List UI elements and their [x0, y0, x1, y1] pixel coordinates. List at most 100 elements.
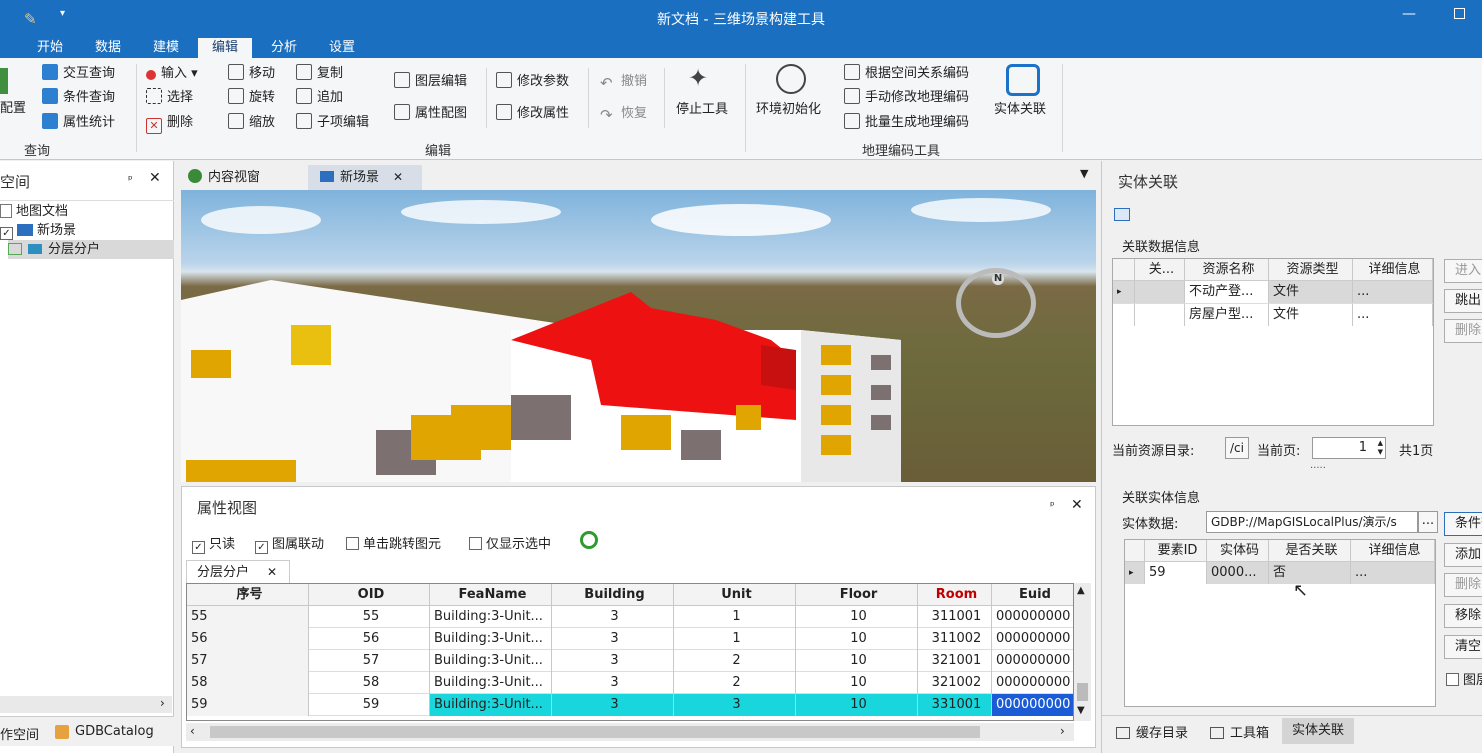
spinner-icon[interactable]: ▲ ▼	[1378, 439, 1383, 457]
table-row[interactable]: 58 58 Building:3-Unit... 3 2 10 321002 00000000…	[187, 672, 1073, 694]
horizontal-scrollbar[interactable]: ‹ ›	[186, 723, 1074, 741]
delete-button[interactable]: ✕ 删除	[146, 112, 193, 134]
tab-cache[interactable]: 缓存目录	[1116, 722, 1188, 741]
column-header[interactable]: Floor	[796, 584, 918, 606]
table-row[interactable]: 59 59 Building:3-Unit... 3 3 10 331001 00000000…	[187, 694, 1073, 716]
column-header[interactable]: Room	[918, 584, 992, 606]
checkbox[interactable]: ✓	[0, 227, 13, 240]
scale-button[interactable]: 缩放	[228, 112, 275, 134]
subtab-layer[interactable]: 分层分户 ✕	[186, 560, 290, 584]
opt-readonly[interactable]: ✓ 只读	[192, 533, 235, 554]
browse-button[interactable]: ...	[1418, 511, 1438, 533]
enter-button[interactable]: 进入	[1444, 259, 1482, 283]
condition-query-button[interactable]: 条件查询	[42, 87, 115, 109]
close-icon[interactable]: ✕	[149, 170, 161, 186]
column-header[interactable]: Euid	[992, 584, 1073, 606]
entity-data-input[interactable]: GDBP://MapGISLocalPlus/演示/s	[1206, 511, 1418, 533]
tab-start[interactable]: 开始	[28, 38, 72, 58]
table-settings-icon[interactable]	[1114, 208, 1130, 221]
minimize-icon[interactable]: —	[1402, 6, 1416, 22]
append-button[interactable]: 追加	[296, 87, 343, 109]
table-row[interactable]: ▸ 不动产登... 文件 ...	[1113, 281, 1433, 303]
tab-analysis[interactable]: 分析	[262, 38, 306, 58]
opt-show-selected[interactable]: 仅显示选中	[469, 533, 551, 552]
tree-item-map-doc[interactable]: 地图文档	[0, 202, 68, 221]
column-header[interactable]: FeaName	[430, 584, 552, 606]
batch-encode-button[interactable]: 批量生成地理编码	[844, 112, 969, 134]
tree-item-new-scene[interactable]: ✓ 新场景	[0, 221, 76, 240]
checkbox[interactable]	[346, 537, 359, 550]
pin-icon[interactable]: ᵖ	[1050, 499, 1055, 512]
tab-workspace[interactable]: 作空间	[0, 724, 39, 743]
table-row[interactable]: ▸ 59 0000... 否 ...	[1125, 562, 1435, 584]
checkbox[interactable]	[1446, 673, 1459, 686]
env-init-button[interactable]: 环境初始化	[756, 99, 821, 121]
rotate-button[interactable]: 旋转	[228, 87, 275, 109]
interactive-query-button[interactable]: 交互查询	[42, 63, 115, 85]
select-button[interactable]: 选择	[146, 87, 193, 109]
config-button-partial[interactable]: 配置	[0, 98, 26, 120]
remove-button[interactable]: 移除	[1444, 604, 1482, 628]
opt-click-jump[interactable]: 单击跳转图元	[346, 533, 441, 552]
attribute-stats-button[interactable]: 属性统计	[42, 112, 115, 134]
delete-rel-button[interactable]: 删除	[1444, 319, 1482, 343]
horizontal-scrollbar[interactable]: ›	[0, 696, 172, 713]
column-header[interactable]: Building	[552, 584, 674, 606]
close-icon[interactable]: ✕	[393, 170, 403, 184]
add-button[interactable]: 添加	[1444, 543, 1482, 567]
vertical-scrollbar[interactable]: ▲ ▼	[1074, 583, 1091, 721]
close-icon[interactable]: ✕	[267, 565, 277, 579]
spatial-encode-button[interactable]: 根据空间关系编码	[844, 63, 969, 85]
tab-gdbcatalog[interactable]: GDBCatalog	[75, 724, 154, 739]
exit-button[interactable]: 跳出	[1444, 289, 1482, 313]
column-header[interactable]: OID	[309, 584, 430, 606]
tab-entity-link[interactable]: 实体关联	[1282, 718, 1354, 744]
checkbox[interactable]: ✓	[192, 541, 205, 554]
checkbox[interactable]: ✓	[255, 541, 268, 554]
tab-edit[interactable]: 编辑	[198, 38, 252, 58]
close-icon[interactable]: ✕	[1071, 497, 1083, 513]
scene-viewport[interactable]: N	[181, 190, 1096, 482]
table-row[interactable]: 56 56 Building:3-Unit... 3 1 10 311002 00000000…	[187, 628, 1073, 650]
table-row[interactable]: 55 55 Building:3-Unit... 3 1 10 311001 00000000…	[187, 606, 1073, 628]
checkbox[interactable]	[469, 537, 482, 550]
layer-checkbox[interactable]: 图层	[1446, 669, 1482, 688]
table-row[interactable]: 房屋户型... 文件 ...	[1113, 303, 1433, 326]
modify-params-button[interactable]: 修改参数	[496, 71, 569, 93]
splitter-grip[interactable]: ·····	[1310, 463, 1326, 474]
manual-encode-button[interactable]: 手动修改地理编码	[844, 87, 969, 109]
attr-map-button[interactable]: 属性配图	[394, 103, 467, 125]
sub-edit-button[interactable]: 子项编辑	[296, 112, 369, 134]
tab-model[interactable]: 建模	[144, 38, 188, 58]
layer-edit-button[interactable]: 图层编辑	[394, 71, 467, 93]
column-header[interactable]: Unit	[674, 584, 796, 606]
entity-link-button[interactable]: 实体关联	[994, 99, 1046, 121]
redo-button[interactable]: ↷ 恢复	[600, 103, 647, 125]
tab-content-view[interactable]: 内容视窗	[188, 167, 260, 189]
copy-button[interactable]: 复制	[296, 63, 343, 85]
stop-tool-button[interactable]: 停止工具	[676, 99, 728, 121]
input-button[interactable]: 输入 ▾	[146, 63, 198, 85]
modify-attrs-button[interactable]: 修改属性	[496, 103, 569, 125]
pin-icon[interactable]: ᵖ	[128, 173, 133, 186]
refresh-icon[interactable]	[580, 531, 598, 549]
move-button[interactable]: 移动	[228, 63, 275, 85]
tree-item-layer[interactable]: 分层分户	[8, 240, 174, 259]
attribute-table: 序号 OID FeaName Building Unit Floor Room Euid 55 5…	[186, 583, 1074, 721]
undo-button[interactable]: ↶ 撤销	[600, 71, 647, 93]
attrs-icon	[496, 104, 512, 120]
condition-query-button[interactable]: 条件查	[1444, 512, 1482, 536]
tab-new-scene[interactable]: 新场景 ✕	[308, 165, 422, 190]
page-input[interactable]: 1 ▲ ▼	[1312, 437, 1386, 459]
delete-button[interactable]: 删除	[1444, 573, 1482, 597]
table-row[interactable]: 57 57 Building:3-Unit... 3 2 10 321001 00000000…	[187, 650, 1073, 672]
tab-toolbox[interactable]: 工具箱	[1210, 722, 1269, 741]
restore-icon[interactable]	[1454, 8, 1465, 19]
tab-list-dropdown-icon[interactable]: ▼	[1080, 167, 1088, 180]
dir-button[interactable]: /ci	[1225, 437, 1249, 459]
column-header[interactable]: 序号	[187, 584, 309, 606]
tab-data[interactable]: 数据	[86, 38, 130, 58]
tab-settings[interactable]: 设置	[320, 38, 364, 58]
opt-link[interactable]: ✓ 图属联动	[255, 533, 324, 554]
clear-button[interactable]: 清空	[1444, 635, 1482, 659]
